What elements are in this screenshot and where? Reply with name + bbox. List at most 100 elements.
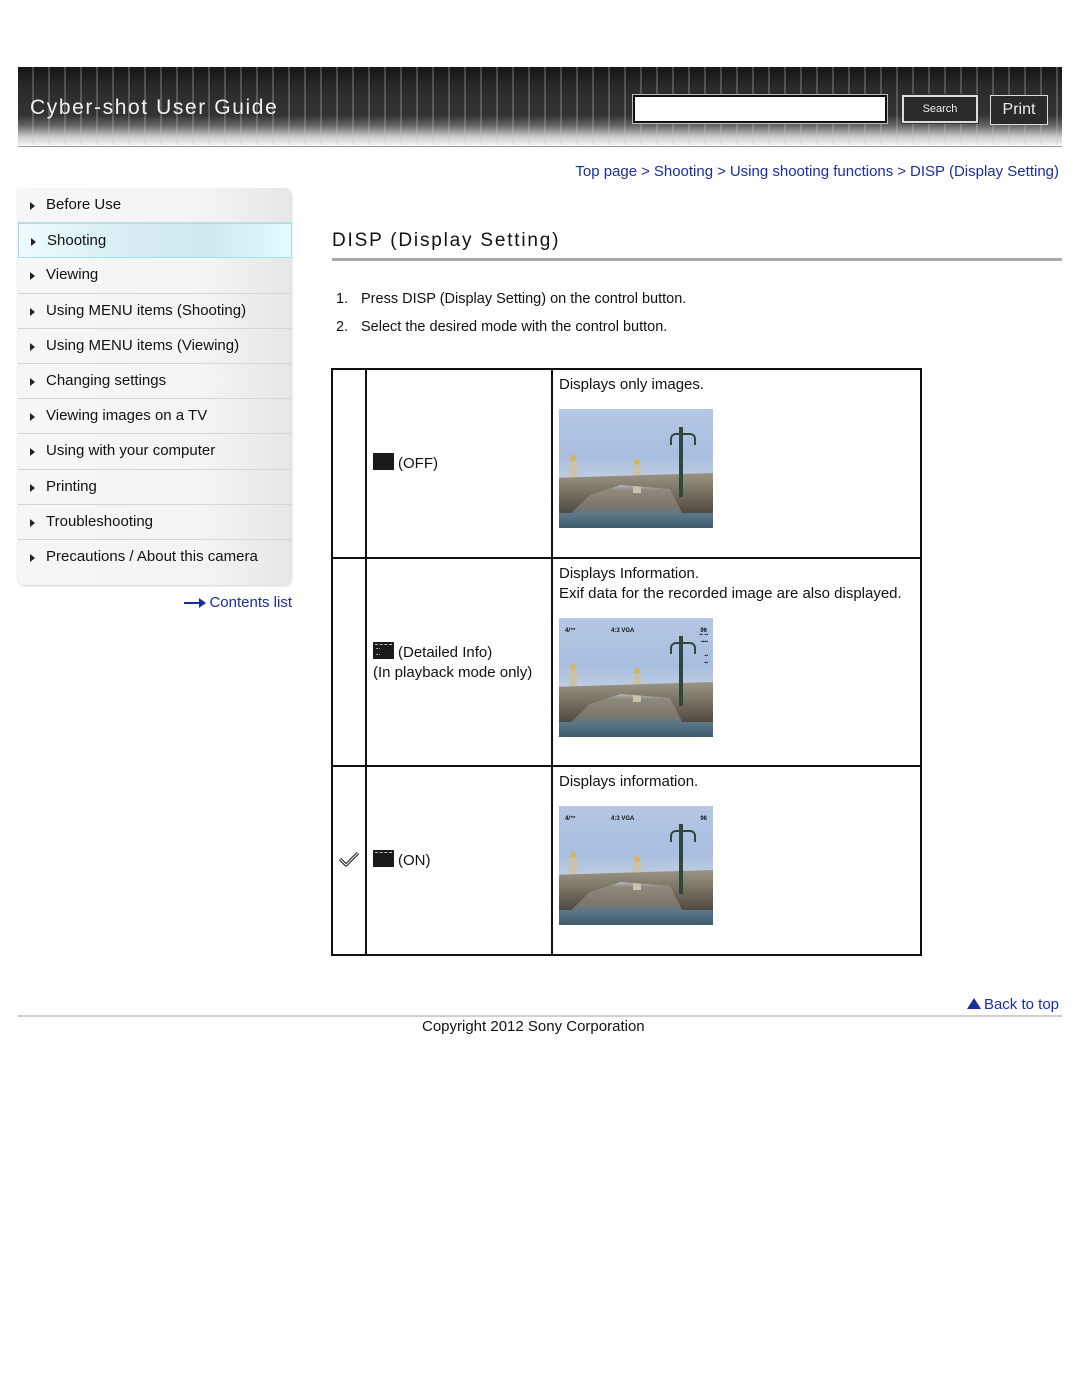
caret-right-icon (30, 202, 35, 210)
osd-flash-indicator: 4/™ (565, 628, 577, 634)
sidebar-item-viewing[interactable]: Viewing (18, 258, 292, 294)
mode-note: (In playback mode only) (373, 663, 533, 681)
site-title: Cyber-shot User Guide (30, 96, 279, 119)
mode-label: (OFF) (398, 455, 438, 472)
photo-lamp (670, 427, 696, 497)
breadcrumb-shooting[interactable]: Shooting (654, 163, 713, 180)
contents-list-link[interactable]: Contents list (184, 594, 292, 611)
mode-label: (Detailed Info) (398, 643, 493, 661)
footer-divider (18, 1015, 1062, 1017)
sidebar-item-changing-settings[interactable]: Changing settings (18, 364, 292, 400)
search-button[interactable]: Search (901, 94, 979, 124)
sidebar-item-menu-viewing[interactable]: Using MENU items (Viewing) (18, 329, 292, 364)
sidebar-item-label: Troubleshooting (46, 512, 154, 530)
bridge-photo-info-overlay: 4/™ 4:3 VGA 96 (559, 806, 713, 925)
caret-right-icon (30, 307, 35, 316)
caret-right-icon (30, 413, 35, 422)
caret-right-icon (31, 238, 36, 247)
default-checkmark-icon (338, 851, 360, 867)
back-to-top-link[interactable]: Back to top (966, 996, 1059, 1013)
print-button[interactable]: Print (990, 95, 1048, 125)
breadcrumb-top-page[interactable]: Top page (575, 163, 637, 180)
display-settings-table: (OFF) Displays only images. (Detailed In… (331, 368, 922, 956)
osd-exif-data: ▪▪ ▪▪ ▪▪▪▪ ▪▪ ▪▪ (699, 632, 708, 666)
caret-right-icon (30, 518, 35, 527)
mode-cell: (Detailed Info) (In playback mode only) (365, 557, 553, 767)
caret-right-icon (30, 377, 35, 386)
display-detailed-info-icon (373, 641, 394, 659)
sidebar-item-label: Shooting (47, 232, 107, 250)
copyright-text: Copyright 2012 Sony Corporation (422, 1018, 645, 1035)
bridge-photo-detailed-overlay: 4/™ 4:3 VGA 96 ▪▪ ▪▪ ▪▪▪▪ ▪▪ ▪▪ (559, 618, 713, 737)
photo-lamp (670, 636, 696, 706)
sidebar-item-printing[interactable]: Printing (18, 470, 292, 505)
mode-label: (ON) (398, 852, 431, 869)
sidebar-item-troubleshooting[interactable]: Troubleshooting (18, 505, 292, 540)
contents-list-label: Contents list (209, 594, 292, 611)
photo-bridge (559, 473, 713, 513)
description-cell: Displays Information. Exif data for the … (551, 557, 922, 767)
caret-right-icon (30, 272, 35, 281)
sidebar-item-label: Using with your computer (46, 442, 216, 460)
sidebar-item-label: Changing settings (46, 371, 167, 389)
description-text: Exif data for the recorded image are als… (559, 585, 902, 602)
description-cell: Displays information. 4/™ 4:3 VGA 96 (551, 765, 922, 956)
caret-right-icon (30, 553, 35, 562)
sidebar-item-label: Viewing (46, 266, 99, 284)
sidebar-item-viewing-on-tv[interactable]: Viewing images on a TV (18, 399, 292, 435)
photo-lamp (670, 824, 696, 894)
search-input[interactable] (632, 94, 888, 124)
sidebar-item-label: Using MENU items (Viewing) (46, 336, 240, 354)
default-cell (331, 765, 367, 956)
header-divider (18, 146, 1062, 147)
sidebar-item-label: Using MENU items (Shooting) (46, 301, 247, 319)
sidebar-nav: Before Use Shooting Viewing Using MENU i… (18, 188, 292, 585)
steps-list: 1. Press DISP (Display Setting) on the co… (336, 286, 686, 341)
photo-bridge (559, 682, 713, 722)
osd-image-count: 96 (700, 816, 707, 822)
description-cell: Displays only images. (551, 368, 922, 559)
caret-right-icon (30, 483, 35, 492)
sidebar-item-precautions[interactable]: Precautions / About this camera (18, 540, 292, 575)
osd-flash-indicator: 4/™ (565, 816, 577, 822)
step-number: 1. (336, 291, 349, 307)
mode-cell: (ON) (365, 765, 553, 956)
description-text: Displays only images. (559, 376, 705, 393)
default-cell (331, 368, 367, 559)
sidebar-item-label: Printing (46, 477, 97, 495)
step-text: Press DISP (Display Setting) on the cont… (361, 291, 687, 307)
sidebar-item-label: Before Use (46, 196, 122, 213)
photo-bridge (559, 870, 713, 910)
step-number: 2. (336, 318, 349, 335)
arrow-right-icon (184, 598, 207, 609)
title-divider (332, 258, 1062, 261)
breadcrumb-using-shooting-functions[interactable]: Using shooting functions (730, 163, 893, 180)
table-row: (Detailed Info) (In playback mode only) … (331, 557, 922, 767)
sidebar-item-label: Precautions / About this camera (46, 547, 258, 565)
table-row: (OFF) Displays only images. (331, 368, 922, 559)
sidebar-item-before-use[interactable]: Before Use (18, 188, 292, 224)
default-cell (331, 557, 367, 767)
sidebar-item-computer[interactable]: Using with your computer (18, 434, 292, 470)
header-banner: Cyber-shot User Guide Search Print (18, 67, 1062, 145)
mode-cell: (OFF) (365, 368, 553, 559)
sidebar-item-shooting[interactable]: Shooting (18, 223, 292, 259)
breadcrumb-separator: > (641, 163, 650, 180)
step-text: Select the desired mode with the control… (361, 318, 668, 335)
breadcrumb-separator: > (717, 163, 726, 180)
caret-right-icon (30, 448, 35, 457)
breadcrumb-current-page[interactable]: DISP (Display Setting) (910, 163, 1059, 180)
description-text: Displays information. (559, 773, 699, 790)
osd-image-size: 4:3 VGA (611, 816, 635, 822)
up-triangle-icon (966, 998, 981, 1009)
bridge-photo-no-overlay (559, 409, 713, 528)
sidebar-item-menu-shooting[interactable]: Using MENU items (Shooting) (18, 294, 292, 329)
caret-right-icon (30, 342, 35, 351)
page-title: DISP (Display Setting) (332, 230, 561, 251)
step-item: 1. Press DISP (Display Setting) on the co… (336, 286, 686, 314)
description-text: Displays Information. (559, 565, 700, 582)
display-off-icon (373, 453, 394, 470)
breadcrumb: Top page > Shooting > Using shooting functio… (575, 163, 1059, 180)
osd-image-size: 4:3 VGA (611, 628, 635, 634)
table-row: (ON) Displays information. 4/™ 4:3 VGA 9… (331, 765, 922, 956)
